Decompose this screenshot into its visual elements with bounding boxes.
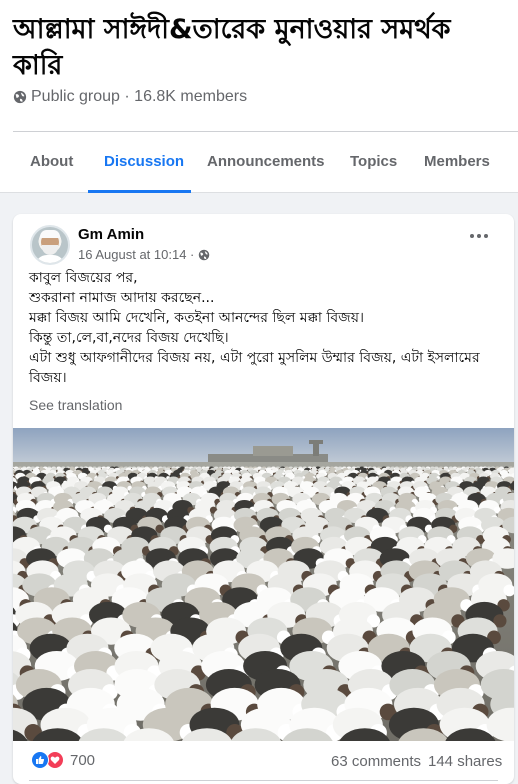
reaction-summary[interactable]: 700 xyxy=(31,751,95,769)
post-line: কিন্তু তা,লে,বা,নদের বিজয় দেখেছি। xyxy=(29,330,229,346)
post-card: Gm Amin 16 August at 10:14 · কাবুল বিজয়… xyxy=(13,214,514,784)
post-time-text[interactable]: 16 August at 10:14 · xyxy=(78,247,194,262)
post-line: মক্কা বিজয় আমি দেখেনি, কতইনা আনন্দের ছি… xyxy=(29,310,364,326)
post-author[interactable]: Gm Amin xyxy=(78,226,144,243)
see-translation-link[interactable]: See translation xyxy=(29,397,122,413)
globe-icon xyxy=(13,90,27,104)
post-text: কাবুল বিজয়ের পর, শুকরানা নামাজ আদায় কর… xyxy=(29,268,504,388)
group-header: আল্লামা সাঈদী&তারেক মুনাওয়ার সমর্থক কার… xyxy=(0,0,518,193)
tab-discussion[interactable]: Discussion xyxy=(104,132,184,192)
post-line: কাবুল বিজয়ের পর, xyxy=(29,270,138,286)
reaction-count: 700 xyxy=(70,751,96,769)
tab-announcements[interactable]: Announcements xyxy=(207,132,325,192)
post-line: এটা শুধু আফগানীদের বিজয় নয়, এটা পুরো ম… xyxy=(29,350,480,386)
more-dots-icon[interactable] xyxy=(468,232,490,240)
like-icon xyxy=(31,751,49,769)
group-tabs: About Discussion Announcements Topics Me… xyxy=(0,132,518,193)
active-tab-indicator xyxy=(88,190,191,193)
post-line: শুকরানা নামাজ আদায় করছেন... xyxy=(29,290,215,306)
tab-topics[interactable]: Topics xyxy=(350,132,397,192)
photo-illustration xyxy=(13,428,514,741)
tab-about[interactable]: About xyxy=(30,132,73,192)
group-meta: Public group · 16.8K members xyxy=(13,88,247,106)
shares-count[interactable]: 144 shares xyxy=(428,753,502,770)
divider xyxy=(29,780,498,781)
tab-members[interactable]: Members xyxy=(424,132,490,192)
group-meta-text[interactable]: Public group · 16.8K members xyxy=(31,88,247,106)
post-timestamp: 16 August at 10:14 · xyxy=(78,247,210,262)
group-title[interactable]: আল্লামা সাঈদী&তারেক মুনাওয়ার সমর্থক কার… xyxy=(13,12,493,84)
comments-count[interactable]: 63 comments xyxy=(331,753,421,770)
globe-icon xyxy=(199,249,210,260)
avatar[interactable] xyxy=(30,225,70,265)
crowd-praying-photo[interactable] xyxy=(13,428,514,741)
